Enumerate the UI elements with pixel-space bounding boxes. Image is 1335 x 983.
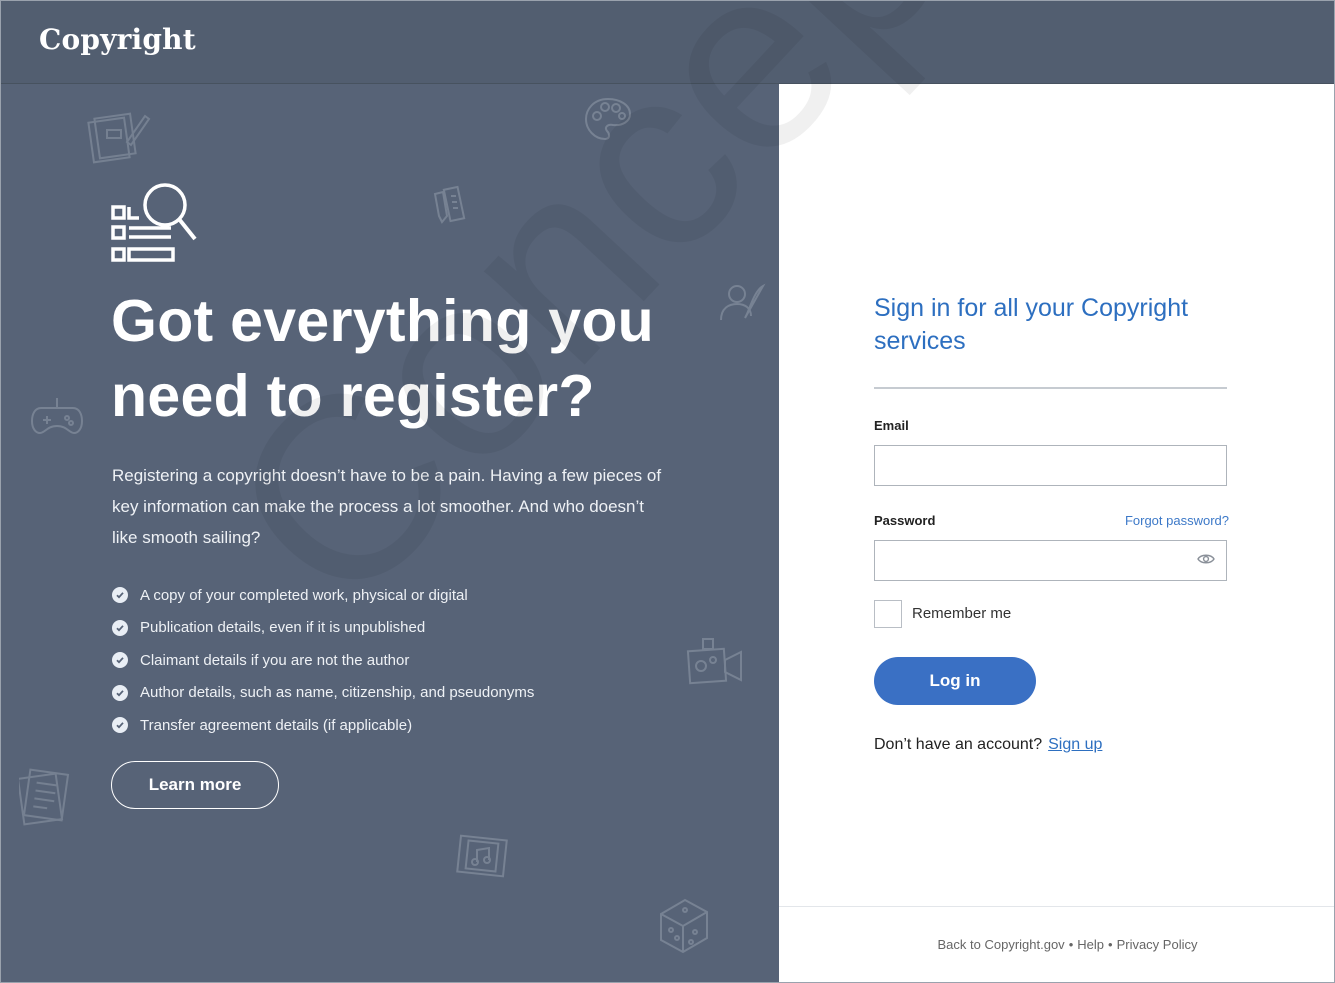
checklist-item: Claimant details if you are not the auth… <box>112 644 534 677</box>
portrait-quill-icon <box>720 283 766 321</box>
game-controller-icon <box>31 398 83 435</box>
headline-line-1: Got everything you <box>111 288 655 354</box>
learn-more-button[interactable]: Learn more <box>111 761 279 809</box>
footer-links: Back to Copyright.gov • Help • Privacy Polic… <box>779 937 1334 952</box>
check-circle-icon <box>112 619 128 636</box>
password-field[interactable] <box>874 540 1227 581</box>
checklist-item: A copy of your completed work, physical … <box>112 579 534 612</box>
remember-me-checkbox[interactable] <box>874 600 902 628</box>
hero-intro: Registering a copyright doesn’t have to … <box>112 466 662 547</box>
check-circle-icon <box>112 652 128 669</box>
checklist-text: Publication details, even if it is unpub… <box>140 619 426 637</box>
check-circle-icon <box>112 587 128 604</box>
help-link[interactable]: Help <box>1077 937 1104 952</box>
checklist-item: Author details, such as name, citizenshi… <box>112 677 534 710</box>
forgot-password-link[interactable]: Forgot password? <box>1119 513 1229 528</box>
footer-divider <box>779 906 1334 907</box>
login-button[interactable]: Log in <box>874 657 1036 705</box>
copyright-logo[interactable]: Copyright <box>39 23 196 56</box>
footer-separator: • <box>1108 937 1113 952</box>
title-divider <box>874 387 1227 389</box>
email-label: Email <box>874 418 909 433</box>
signin-panel: Sign in for all your Copyright services … <box>779 84 1334 982</box>
email-field[interactable] <box>874 445 1227 486</box>
check-circle-icon <box>112 684 128 701</box>
checklist-item: Publication details, even if it is unpub… <box>112 612 534 645</box>
registry-search-icon <box>111 183 197 262</box>
footer-separator: • <box>1068 937 1074 952</box>
no-account-row: Don’t have an account? Sign up <box>874 736 1102 754</box>
no-account-text: Don’t have an account? <box>874 736 1043 753</box>
requirements-checklist: A copy of your completed work, physical … <box>112 579 534 742</box>
checklist-text: Transfer agreement details (if applicabl… <box>140 716 413 734</box>
video-camera-icon <box>686 638 742 685</box>
info-panel: Got everything you need to register? Reg… <box>1 84 779 982</box>
checklist-item: Transfer agreement details (if applicabl… <box>112 709 534 742</box>
signup-link[interactable]: Sign up <box>1048 736 1102 753</box>
app-frame: Copyright Got everything you need to reg… <box>0 0 1335 983</box>
headline-line-2: need to register? <box>111 363 595 429</box>
eye-icon[interactable] <box>1197 553 1215 565</box>
checklist-text: Author details, such as name, citizenshi… <box>140 684 535 702</box>
sheet-stack-icon <box>19 768 70 826</box>
privacy-policy-link[interactable]: Privacy Policy <box>1117 937 1198 952</box>
palette-icon <box>584 97 632 141</box>
pencil-ruler-icon <box>433 185 466 224</box>
document-pen-icon <box>87 112 151 164</box>
remember-me-label[interactable]: Remember me <box>912 605 1011 622</box>
password-label: Password <box>874 513 936 528</box>
check-circle-icon <box>112 717 128 734</box>
back-to-copyright-link[interactable]: Back to Copyright.gov <box>938 937 1065 952</box>
hero-headline: Got everything you need to register? <box>111 284 711 434</box>
dice-icon <box>660 898 708 954</box>
checklist-text: A copy of your completed work, physical … <box>140 586 468 604</box>
checklist-text: Claimant details if you are not the auth… <box>140 651 410 669</box>
signin-title: Sign in for all your Copyright services <box>874 294 1189 355</box>
music-film-icon <box>456 834 508 878</box>
top-bar: Copyright <box>1 1 1334 84</box>
